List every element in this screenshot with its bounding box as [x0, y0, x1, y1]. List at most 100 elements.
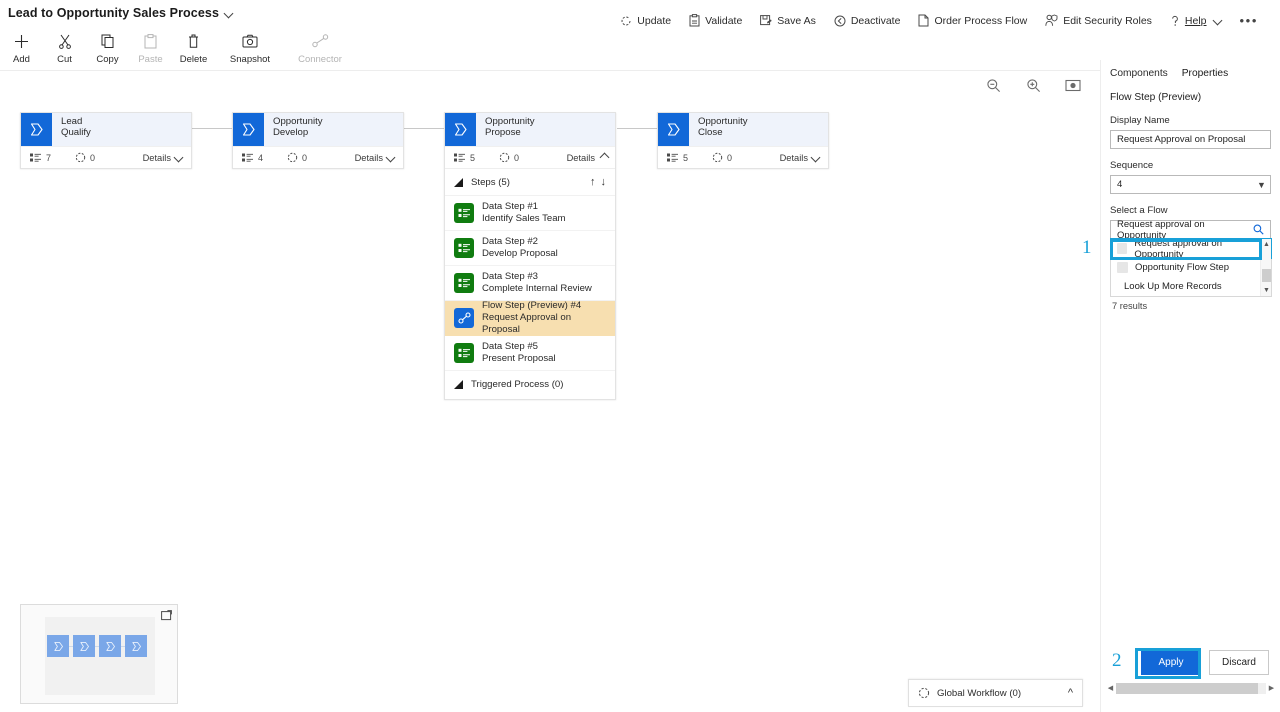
process-count: 0: [514, 152, 520, 163]
stage-label: Close: [698, 127, 723, 139]
callout-number-1: 1: [1082, 237, 1092, 258]
paste-button[interactable]: Paste: [129, 28, 172, 65]
cut-button[interactable]: Cut: [43, 28, 86, 65]
step-subtitle: Complete Internal Review: [482, 283, 592, 294]
scroll-up-icon[interactable]: ▲: [1261, 239, 1272, 250]
sequence-select[interactable]: 4 ▼: [1110, 175, 1271, 194]
scrollbar-thumb[interactable]: [1262, 269, 1271, 282]
connector-button[interactable]: Connector: [285, 28, 355, 65]
move-up-icon[interactable]: ↑: [590, 176, 596, 188]
process-count-group: 0: [499, 152, 519, 163]
dropdown-option-look-up-more-records[interactable]: Look Up More Records: [1111, 277, 1271, 296]
document-icon: [918, 14, 929, 27]
order-process-flow-label: Order Process Flow: [934, 14, 1028, 27]
step-row[interactable]: Data Step #1 Identify Sales Team: [445, 196, 615, 231]
update-button[interactable]: Update: [611, 11, 680, 31]
triggered-process-row[interactable]: Triggered Process (0): [445, 371, 615, 399]
stage-entity: Opportunity: [273, 116, 323, 127]
select-flow-input[interactable]: Request approval on Opportunity: [1110, 219, 1271, 241]
step-title: Data Step #2: [482, 236, 539, 247]
tab-properties[interactable]: Properties: [1182, 66, 1228, 84]
canvas-zoom-tools: [984, 76, 1082, 94]
stage-icon: [445, 113, 476, 146]
order-process-flow-button[interactable]: Order Process Flow: [909, 10, 1036, 31]
delete-label: Delete: [179, 54, 208, 65]
panel-horizontal-scrollbar[interactable]: ◀ ▶: [1105, 682, 1277, 694]
help-button[interactable]: Help: [1161, 11, 1232, 31]
details-label: Details: [142, 152, 171, 163]
fit-screen-icon[interactable]: [1064, 76, 1082, 94]
stage-card-opportunity-propose[interactable]: Opportunity Propose 5 0 Details Steps (5…: [444, 112, 616, 400]
callout-highlight-dropdown: [1110, 239, 1262, 260]
command-bar-right: Update Validate Save As Deactivate Order…: [611, 9, 1266, 32]
scrollbar-thumb[interactable]: [1116, 682, 1258, 694]
step-row[interactable]: Data Step #2 Develop Proposal: [445, 231, 615, 266]
step-row[interactable]: Data Step #3 Complete Internal Review: [445, 266, 615, 301]
stage-label: Qualify: [61, 127, 91, 139]
chevron-down-icon: [812, 153, 821, 162]
chevron-down-icon: [175, 153, 184, 162]
stage-details-toggle[interactable]: Details: [143, 153, 184, 163]
document-title-row[interactable]: Lead to Opportunity Sales Process: [8, 6, 234, 20]
paste-icon: [144, 32, 157, 50]
expand-minimap-icon[interactable]: [161, 610, 172, 621]
global-workflow-bar[interactable]: Global Workflow (0) ^: [908, 679, 1083, 707]
dropdown-option-opportunity-flow-step[interactable]: Opportunity Flow Step: [1111, 258, 1271, 277]
search-icon[interactable]: [1253, 224, 1264, 235]
zoom-out-icon[interactable]: [984, 76, 1002, 94]
step-text: Data Step #1 Identify Sales Team: [482, 201, 566, 225]
process-icon: [712, 152, 723, 163]
dropdown-option-label: Opportunity Flow Step: [1135, 262, 1229, 273]
zoom-in-icon[interactable]: [1024, 76, 1042, 94]
dropdown-results-count: 7 results: [1112, 301, 1148, 311]
details-label: Details: [779, 152, 808, 163]
scroll-left-icon[interactable]: ◀: [1105, 684, 1116, 692]
edit-security-roles-button[interactable]: Edit Security Roles: [1036, 10, 1161, 31]
discard-button[interactable]: Discard: [1209, 650, 1269, 675]
process-count: 0: [727, 152, 733, 163]
copy-button[interactable]: Copy: [86, 28, 129, 65]
stage-details-toggle[interactable]: Details: [355, 153, 396, 163]
deactivate-button[interactable]: Deactivate: [825, 11, 910, 31]
stage-card-lead-qualify[interactable]: Lead Qualify 7 0 Details: [20, 112, 192, 169]
flow-step-icon: [454, 308, 474, 328]
validate-label: Validate: [705, 14, 743, 27]
stage-header: Opportunity Propose: [445, 113, 615, 146]
stage-connector: [617, 128, 657, 129]
step-subtitle: Request Approval on Proposal: [482, 312, 572, 335]
data-step-icon: [454, 238, 474, 258]
scroll-right-icon[interactable]: ▶: [1266, 684, 1277, 692]
chevron-down-icon[interactable]: [225, 9, 234, 18]
scissors-icon: [58, 32, 72, 50]
stage-card-opportunity-close[interactable]: Opportunity Close 5 0 Details: [657, 112, 829, 169]
scrollbar-track[interactable]: [1116, 682, 1266, 694]
overflow-menu-button[interactable]: •••: [1232, 9, 1266, 32]
save-as-button[interactable]: Save As: [751, 11, 825, 31]
fields-count-group: 7: [30, 153, 51, 163]
stage-label: Propose: [485, 127, 521, 139]
display-name-value: Request Approval on Proposal: [1117, 134, 1246, 145]
stage-meta: 5 0 Details: [445, 146, 615, 168]
display-name-input[interactable]: Request Approval on Proposal: [1110, 130, 1271, 149]
tab-components[interactable]: Components: [1110, 66, 1168, 84]
chevron-down-icon[interactable]: ▼: [1255, 180, 1268, 190]
delete-button[interactable]: Delete: [172, 28, 215, 65]
snapshot-button[interactable]: Snapshot: [215, 28, 285, 65]
stage-card-opportunity-develop[interactable]: Opportunity Develop 4 0 Details: [232, 112, 404, 169]
scroll-down-icon[interactable]: ▼: [1261, 285, 1272, 296]
chevron-down-icon: [387, 153, 396, 162]
add-button[interactable]: Add: [0, 28, 43, 65]
move-down-icon[interactable]: ↓: [601, 176, 607, 188]
step-row-selected[interactable]: Flow Step (Preview) #4 Request Approval …: [445, 300, 615, 336]
minimap[interactable]: [20, 604, 178, 704]
chevron-up-icon[interactable]: ^: [1068, 687, 1073, 699]
process-count-group: 0: [75, 152, 95, 163]
step-row[interactable]: Data Step #5 Present Proposal: [445, 336, 615, 371]
collapse-triangle-icon[interactable]: [454, 177, 463, 187]
stage-details-toggle[interactable]: Details: [780, 153, 821, 163]
stage-details-toggle[interactable]: Details: [567, 153, 608, 163]
display-name-label: Display Name: [1110, 115, 1170, 126]
steps-sort-controls: ↑ ↓: [590, 176, 606, 188]
validate-button[interactable]: Validate: [680, 10, 751, 31]
minimap-node: [73, 635, 95, 657]
